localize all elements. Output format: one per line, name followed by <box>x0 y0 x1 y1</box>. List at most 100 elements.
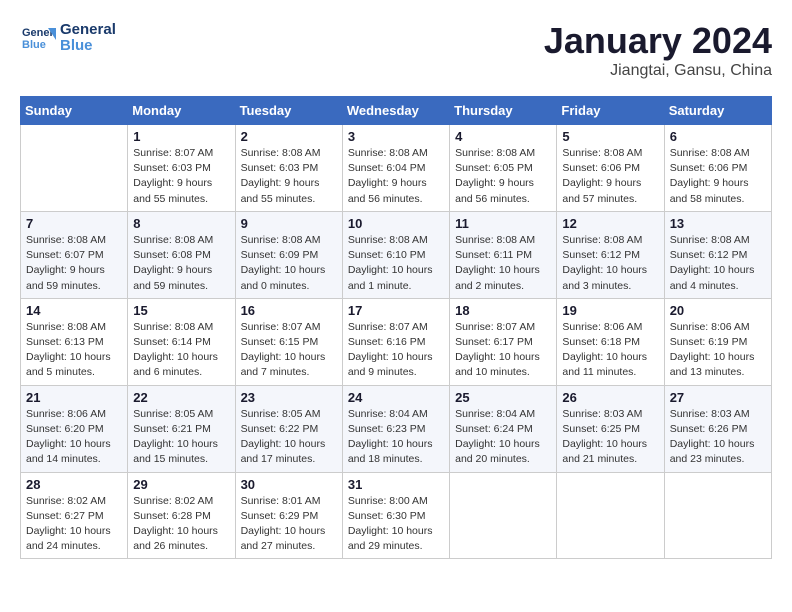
weekday-header: Monday <box>128 97 235 125</box>
calendar-cell: 13Sunrise: 8:08 AM Sunset: 6:12 PM Dayli… <box>664 211 771 298</box>
day-info: Sunrise: 8:02 AM Sunset: 6:27 PM Dayligh… <box>26 494 122 555</box>
calendar-cell <box>557 472 664 559</box>
day-info: Sunrise: 8:08 AM Sunset: 6:06 PM Dayligh… <box>670 146 766 207</box>
weekday-header: Tuesday <box>235 97 342 125</box>
calendar-cell: 1 Sunrise: 8:07 AM Sunset: 6:03 PM Daylig… <box>128 125 235 212</box>
day-info: Sunrise: 8:08 AM Sunset: 6:06 PM Dayligh… <box>562 146 658 207</box>
day-number: 9 <box>241 216 337 231</box>
logo-general: General <box>60 22 116 39</box>
day-info: Sunrise: 8:05 AM Sunset: 6:21 PM Dayligh… <box>133 407 229 468</box>
day-info: Sunrise: 8:08 AM Sunset: 6:07 PM Dayligh… <box>26 233 122 294</box>
calendar-cell: 2 Sunrise: 8:08 AM Sunset: 6:03 PM Daylig… <box>235 125 342 212</box>
day-number: 30 <box>241 477 337 492</box>
calendar-week-row: 28 Sunrise: 8:02 AM Sunset: 6:27 PM Dayli… <box>21 472 772 559</box>
calendar-cell: 10 Sunrise: 8:08 AM Sunset: 6:10 PM Dayli… <box>342 211 449 298</box>
calendar-cell: 19Sunrise: 8:06 AM Sunset: 6:18 PM Dayli… <box>557 298 664 385</box>
day-number: 8 <box>133 216 229 231</box>
calendar-cell: 29 Sunrise: 8:02 AM Sunset: 6:28 PM Dayli… <box>128 472 235 559</box>
calendar-cell: 25Sunrise: 8:04 AM Sunset: 6:24 PM Dayli… <box>450 385 557 472</box>
day-number: 7 <box>26 216 122 231</box>
calendar-cell: 11 Sunrise: 8:08 AM Sunset: 6:11 PM Dayli… <box>450 211 557 298</box>
day-info: Sunrise: 8:08 AM Sunset: 6:12 PM Dayligh… <box>562 233 658 294</box>
calendar-week-row: 21 Sunrise: 8:06 AM Sunset: 6:20 PM Dayli… <box>21 385 772 472</box>
calendar-cell: 14 Sunrise: 8:08 AM Sunset: 6:13 PM Dayli… <box>21 298 128 385</box>
weekday-header: Wednesday <box>342 97 449 125</box>
day-number: 2 <box>241 129 337 144</box>
calendar-cell <box>664 472 771 559</box>
day-info: Sunrise: 8:08 AM Sunset: 6:10 PM Dayligh… <box>348 233 444 294</box>
day-number: 25 <box>455 390 551 405</box>
calendar-week-row: 7 Sunrise: 8:08 AM Sunset: 6:07 PM Daylig… <box>21 211 772 298</box>
day-info: Sunrise: 8:02 AM Sunset: 6:28 PM Dayligh… <box>133 494 229 555</box>
calendar-body: 1 Sunrise: 8:07 AM Sunset: 6:03 PM Daylig… <box>21 125 772 559</box>
day-info: Sunrise: 8:07 AM Sunset: 6:17 PM Dayligh… <box>455 320 551 381</box>
calendar-cell: 8Sunrise: 8:08 AM Sunset: 6:08 PM Daylig… <box>128 211 235 298</box>
day-number: 6 <box>670 129 766 144</box>
day-info: Sunrise: 8:07 AM Sunset: 6:15 PM Dayligh… <box>241 320 337 381</box>
day-info: Sunrise: 8:04 AM Sunset: 6:23 PM Dayligh… <box>348 407 444 468</box>
calendar-cell: 15 Sunrise: 8:08 AM Sunset: 6:14 PM Dayli… <box>128 298 235 385</box>
weekday-header: Friday <box>557 97 664 125</box>
calendar-cell: 16Sunrise: 8:07 AM Sunset: 6:15 PM Dayli… <box>235 298 342 385</box>
day-info: Sunrise: 8:08 AM Sunset: 6:04 PM Dayligh… <box>348 146 444 207</box>
calendar-cell: 9 Sunrise: 8:08 AM Sunset: 6:09 PM Daylig… <box>235 211 342 298</box>
title-block: January 2024 Jiangtai, Gansu, China <box>544 20 772 80</box>
logo-blue: Blue <box>60 38 116 55</box>
day-info: Sunrise: 8:08 AM Sunset: 6:03 PM Dayligh… <box>241 146 337 207</box>
day-number: 17 <box>348 303 444 318</box>
day-number: 23 <box>241 390 337 405</box>
day-number: 11 <box>455 216 551 231</box>
day-number: 4 <box>455 129 551 144</box>
month-title: January 2024 <box>544 20 772 62</box>
logo-icon: General Blue <box>20 20 56 56</box>
day-number: 27 <box>670 390 766 405</box>
day-number: 10 <box>348 216 444 231</box>
calendar-cell: 27 Sunrise: 8:03 AM Sunset: 6:26 PM Dayli… <box>664 385 771 472</box>
day-number: 20 <box>670 303 766 318</box>
day-info: Sunrise: 8:08 AM Sunset: 6:11 PM Dayligh… <box>455 233 551 294</box>
day-info: Sunrise: 8:00 AM Sunset: 6:30 PM Dayligh… <box>348 494 444 555</box>
calendar-cell: 6 Sunrise: 8:08 AM Sunset: 6:06 PM Daylig… <box>664 125 771 212</box>
calendar-cell: 23 Sunrise: 8:05 AM Sunset: 6:22 PM Dayli… <box>235 385 342 472</box>
svg-text:Blue: Blue <box>22 39 46 51</box>
day-info: Sunrise: 8:06 AM Sunset: 6:19 PM Dayligh… <box>670 320 766 381</box>
day-number: 5 <box>562 129 658 144</box>
day-number: 14 <box>26 303 122 318</box>
day-number: 31 <box>348 477 444 492</box>
day-number: 24 <box>348 390 444 405</box>
day-number: 18 <box>455 303 551 318</box>
day-number: 3 <box>348 129 444 144</box>
day-info: Sunrise: 8:08 AM Sunset: 6:12 PM Dayligh… <box>670 233 766 294</box>
day-number: 12 <box>562 216 658 231</box>
logo: General Blue General Blue <box>20 20 116 56</box>
calendar-week-row: 14 Sunrise: 8:08 AM Sunset: 6:13 PM Dayli… <box>21 298 772 385</box>
calendar-cell: 12 Sunrise: 8:08 AM Sunset: 6:12 PM Dayli… <box>557 211 664 298</box>
weekday-header: Saturday <box>664 97 771 125</box>
day-number: 28 <box>26 477 122 492</box>
day-number: 1 <box>133 129 229 144</box>
day-info: Sunrise: 8:08 AM Sunset: 6:13 PM Dayligh… <box>26 320 122 381</box>
day-info: Sunrise: 8:06 AM Sunset: 6:18 PM Dayligh… <box>562 320 658 381</box>
day-number: 21 <box>26 390 122 405</box>
day-number: 29 <box>133 477 229 492</box>
day-info: Sunrise: 8:07 AM Sunset: 6:03 PM Dayligh… <box>133 146 229 207</box>
calendar-cell: 30Sunrise: 8:01 AM Sunset: 6:29 PM Dayli… <box>235 472 342 559</box>
day-info: Sunrise: 8:08 AM Sunset: 6:09 PM Dayligh… <box>241 233 337 294</box>
day-number: 26 <box>562 390 658 405</box>
calendar-cell: 28 Sunrise: 8:02 AM Sunset: 6:27 PM Dayli… <box>21 472 128 559</box>
calendar-cell <box>450 472 557 559</box>
day-number: 22 <box>133 390 229 405</box>
day-info: Sunrise: 8:08 AM Sunset: 6:05 PM Dayligh… <box>455 146 551 207</box>
calendar-cell: 3 Sunrise: 8:08 AM Sunset: 6:04 PM Daylig… <box>342 125 449 212</box>
page-header: General Blue General Blue January 2024 J… <box>20 20 772 80</box>
day-info: Sunrise: 8:05 AM Sunset: 6:22 PM Dayligh… <box>241 407 337 468</box>
calendar-cell: 5 Sunrise: 8:08 AM Sunset: 6:06 PM Daylig… <box>557 125 664 212</box>
calendar-week-row: 1 Sunrise: 8:07 AM Sunset: 6:03 PM Daylig… <box>21 125 772 212</box>
day-info: Sunrise: 8:03 AM Sunset: 6:26 PM Dayligh… <box>670 407 766 468</box>
day-info: Sunrise: 8:08 AM Sunset: 6:14 PM Dayligh… <box>133 320 229 381</box>
day-info: Sunrise: 8:07 AM Sunset: 6:16 PM Dayligh… <box>348 320 444 381</box>
day-number: 15 <box>133 303 229 318</box>
day-info: Sunrise: 8:06 AM Sunset: 6:20 PM Dayligh… <box>26 407 122 468</box>
calendar-cell: 18 Sunrise: 8:07 AM Sunset: 6:17 PM Dayli… <box>450 298 557 385</box>
calendar-cell: 31 Sunrise: 8:00 AM Sunset: 6:30 PM Dayli… <box>342 472 449 559</box>
